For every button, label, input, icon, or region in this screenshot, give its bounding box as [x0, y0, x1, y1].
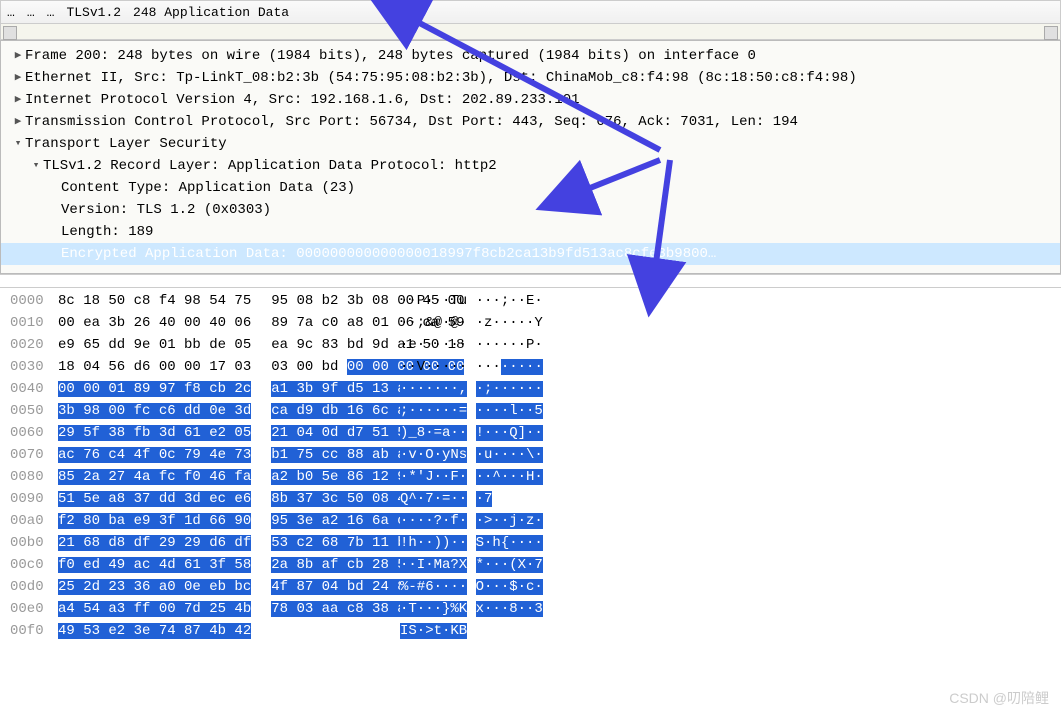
- packet-details-pane: ▶Frame 200: 248 bytes on wire (1984 bits…: [0, 40, 1061, 274]
- hex-ascii[interactable]: Q^·7·=·· ·7: [400, 488, 492, 510]
- hex-bytes[interactable]: 49 53 e2 3e 74 87 4b 42: [58, 620, 380, 642]
- hex-offset: 00d0: [10, 576, 58, 598]
- hex-bytes[interactable]: 21 68 d8 df 29 29 d6 df53 c2 68 7b 11 b8…: [58, 532, 380, 554]
- col-info: 248 Application Data: [133, 5, 289, 20]
- packet-list-row[interactable]: … … … TLSv1.2 248 Application Data: [0, 0, 1061, 24]
- hex-ascii[interactable]: ·e······ ······P·: [400, 334, 543, 356]
- hex-offset: 00b0: [10, 532, 58, 554]
- hex-row[interactable]: 003018 04 56 d6 00 00 17 0303 00 bd 00 0…: [10, 356, 1061, 378]
- tree-item-tcp[interactable]: ▶Transmission Control Protocol, Src Port…: [1, 111, 1060, 133]
- tree-item-content-type[interactable]: Content Type: Application Data (23): [1, 177, 1060, 199]
- hex-ascii[interactable]: ·*'J··F· ··^···H·: [400, 466, 543, 488]
- hex-row[interactable]: 004000 00 01 89 97 f8 cb 2ca1 3b 9f d5 1…: [10, 378, 1061, 400]
- hex-row[interactable]: 00503b 98 00 fc c6 dd 0e 3dca d9 db 16 6…: [10, 400, 1061, 422]
- horizontal-scrollbar[interactable]: [0, 24, 1061, 40]
- hex-offset: 0080: [10, 466, 58, 488]
- hex-offset: 0060: [10, 422, 58, 444]
- hex-row[interactable]: 00f049 53 e2 3e 74 87 4b 42 IS·>t·KB: [10, 620, 1061, 642]
- hex-row[interactable]: 009051 5e a8 37 dd 3d ec e68b 37 3c 50 0…: [10, 488, 1061, 510]
- expand-icon[interactable]: ▶: [11, 67, 25, 89]
- hex-ascii[interactable]: ;······= ····l··5: [400, 400, 543, 422]
- hex-row[interactable]: 00d025 2d 23 36 a0 0e eb bc4f 87 04 bd 2…: [10, 576, 1061, 598]
- tree-item-length[interactable]: Length: 189: [1, 221, 1060, 243]
- col-dots: …: [7, 5, 15, 20]
- hex-offset: 0020: [10, 334, 58, 356]
- tree-item-version[interactable]: Version: TLS 1.2 (0x0303): [1, 199, 1060, 221]
- tree-item-tls-record[interactable]: ▾TLSv1.2 Record Layer: Application Data …: [1, 155, 1060, 177]
- pane-divider[interactable]: [0, 274, 1061, 288]
- hex-row[interactable]: 00b021 68 d8 df 29 29 d6 df53 c2 68 7b 1…: [10, 532, 1061, 554]
- hex-row[interactable]: 006029 5f 38 fb 3d 61 e2 0521 04 0d d7 5…: [10, 422, 1061, 444]
- col-protocol: TLSv1.2: [66, 5, 121, 20]
- hex-row[interactable]: 00e0a4 54 a3 ff 00 7d 25 4b78 03 aa c8 3…: [10, 598, 1061, 620]
- hex-bytes[interactable]: f0 ed 49 ac 4d 61 3f 582a 8b af cb 28 58…: [58, 554, 380, 576]
- tree-item-tls[interactable]: ▾Transport Layer Security: [1, 133, 1060, 155]
- hex-offset: 00f0: [10, 620, 58, 642]
- hex-bytes[interactable]: ac 76 c4 4f 0c 79 4e 73b1 75 cc 88 ab ab…: [58, 444, 380, 466]
- hex-ascii[interactable]: ··I·Ma?X *···(X·7: [400, 554, 543, 576]
- hex-offset: 0010: [10, 312, 58, 334]
- hex-bytes[interactable]: 85 2a 27 4a fc f0 46 faa2 b0 5e 86 12 95…: [58, 466, 380, 488]
- hex-offset: 0000: [10, 290, 58, 312]
- col-dots: …: [47, 5, 55, 20]
- collapse-icon[interactable]: ▾: [11, 133, 25, 155]
- hex-row[interactable]: 0020e9 65 dd 9e 01 bb de 05ea 9c 83 bd 9…: [10, 334, 1061, 356]
- hex-ascii[interactable]: )_8·=a·· !···Q]··: [400, 422, 543, 444]
- hex-row[interactable]: 008085 2a 27 4a fc f0 46 faa2 b0 5e 86 1…: [10, 466, 1061, 488]
- hex-dump-pane[interactable]: 00008c 18 50 c8 f4 98 54 7595 08 b2 3b 0…: [0, 288, 1061, 650]
- hex-row[interactable]: 00a0f2 80 ba e9 3f 1d 66 9095 3e a2 16 6…: [10, 510, 1061, 532]
- hex-bytes[interactable]: 18 04 56 d6 00 00 17 0303 00 bd 00 00 00…: [58, 356, 380, 378]
- hex-offset: 0050: [10, 400, 58, 422]
- hex-offset: 0070: [10, 444, 58, 466]
- hex-ascii[interactable]: IS·>t·KB: [400, 620, 467, 642]
- tree-item-ethernet[interactable]: ▶Ethernet II, Src: Tp-LinkT_08:b2:3b (54…: [1, 67, 1060, 89]
- hex-bytes[interactable]: 00 ea 3b 26 40 00 40 0689 7a c0 a8 01 06…: [58, 312, 380, 334]
- hex-row[interactable]: 001000 ea 3b 26 40 00 40 0689 7a c0 a8 0…: [10, 312, 1061, 334]
- hex-offset: 00e0: [10, 598, 58, 620]
- hex-ascii[interactable]: ··;&@·@· ·z·····Y: [400, 312, 543, 334]
- tree-item-ip[interactable]: ▶Internet Protocol Version 4, Src: 192.1…: [1, 89, 1060, 111]
- hex-row[interactable]: 0070ac 76 c4 4f 0c 79 4e 73b1 75 cc 88 a…: [10, 444, 1061, 466]
- hex-bytes[interactable]: a4 54 a3 ff 00 7d 25 4b78 03 aa c8 38 a2…: [58, 598, 380, 620]
- hex-bytes[interactable]: e9 65 dd 9e 01 bb de 05ea 9c 83 bd 9d a1…: [58, 334, 380, 356]
- hex-bytes[interactable]: 51 5e a8 37 dd 3d ec e68b 37 3c 50 08 40…: [58, 488, 380, 510]
- hex-ascii[interactable]: ·T···}%K x···8··3: [400, 598, 543, 620]
- collapse-icon[interactable]: ▾: [29, 155, 43, 177]
- hex-bytes[interactable]: f2 80 ba e9 3f 1d 66 9095 3e a2 16 6a cb…: [58, 510, 380, 532]
- hex-bytes[interactable]: 00 00 01 89 97 f8 cb 2ca1 3b 9f d5 13 ac…: [58, 378, 380, 400]
- col-dots: …: [27, 5, 35, 20]
- watermark: CSDN @叨陪鲤: [949, 688, 1049, 708]
- expand-icon[interactable]: ▶: [11, 89, 25, 111]
- hex-ascii[interactable]: ·······, ·;······: [400, 378, 543, 400]
- tree-item-frame[interactable]: ▶Frame 200: 248 bytes on wire (1984 bits…: [1, 45, 1060, 67]
- hex-ascii[interactable]: ··P···Tu ···;··E·: [400, 290, 543, 312]
- hex-bytes[interactable]: 29 5f 38 fb 3d 61 e2 0521 04 0d d7 51 5d…: [58, 422, 380, 444]
- hex-offset: 0030: [10, 356, 58, 378]
- hex-bytes[interactable]: 25 2d 23 36 a0 0e eb bc4f 87 04 bd 24 8b…: [58, 576, 380, 598]
- hex-offset: 00c0: [10, 554, 58, 576]
- hex-offset: 00a0: [10, 510, 58, 532]
- hex-bytes[interactable]: 3b 98 00 fc c6 dd 0e 3dca d9 db 16 6c a3…: [58, 400, 380, 422]
- hex-offset: 0090: [10, 488, 58, 510]
- hex-row[interactable]: 00c0f0 ed 49 ac 4d 61 3f 582a 8b af cb 2…: [10, 554, 1061, 576]
- hex-ascii[interactable]: ··V····· ········: [400, 356, 543, 378]
- hex-bytes[interactable]: 8c 18 50 c8 f4 98 54 7595 08 b2 3b 08 00…: [58, 290, 380, 312]
- hex-ascii[interactable]: !h··))·· S·h{····: [400, 532, 543, 554]
- hex-row[interactable]: 00008c 18 50 c8 f4 98 54 7595 08 b2 3b 0…: [10, 290, 1061, 312]
- hex-offset: 0040: [10, 378, 58, 400]
- hex-ascii[interactable]: ····?·f· ·>··j·z·: [400, 510, 543, 532]
- hex-ascii[interactable]: %-#6···· O···$·c·: [400, 576, 543, 598]
- expand-icon[interactable]: ▶: [11, 45, 25, 67]
- expand-icon[interactable]: ▶: [11, 111, 25, 133]
- hex-ascii[interactable]: ·v·O·yNs ·u····\·: [400, 444, 543, 466]
- tree-item-encrypted-data[interactable]: Encrypted Application Data: 000000000000…: [1, 243, 1060, 265]
